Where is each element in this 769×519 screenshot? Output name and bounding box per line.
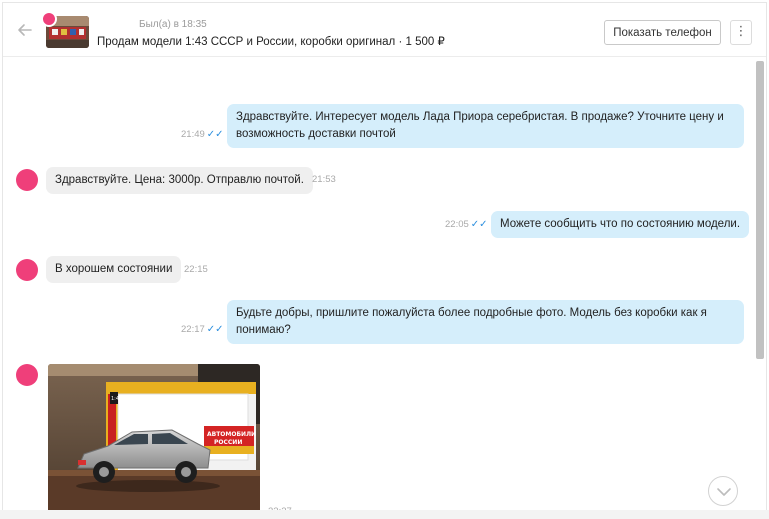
chat-window: Был(а) в 18:35 Продам модели 1:43 СССР и… bbox=[2, 2, 767, 517]
message-photo[interactable]: 1:43 АВТОМОБИЛИ РОССИИ bbox=[48, 364, 260, 514]
more-menu-button[interactable]: ⋮ bbox=[730, 20, 752, 45]
read-ticks-icon: ✓✓ bbox=[470, 219, 488, 230]
box-brand-label: АВТОМОБИЛИ bbox=[207, 431, 256, 438]
online-status-dot bbox=[41, 11, 57, 27]
more-vertical-icon: ⋮ bbox=[734, 24, 748, 39]
box-brand-label: РОССИИ bbox=[214, 439, 242, 446]
avatar[interactable] bbox=[16, 259, 38, 281]
message-time: 21:49 ✓✓ bbox=[181, 129, 224, 140]
message-text: Здравствуйте. Цена: 3000р. Отправлю почт… bbox=[55, 174, 304, 186]
message-time: 22:17 ✓✓ bbox=[181, 324, 224, 335]
message-incoming: Здравствуйте. Цена: 3000р. Отправлю почт… bbox=[46, 167, 313, 194]
chevron-down-icon bbox=[717, 488, 731, 496]
message-text: Здравствуйте. Интересует модель Лада При… bbox=[236, 111, 724, 140]
message-incoming: В хорошем состоянии bbox=[46, 256, 182, 283]
message-list[interactable]: 21:49 ✓✓ Здравствуйте. Интересует модель … bbox=[3, 58, 766, 516]
message-time: 21:53 bbox=[312, 174, 336, 185]
avatar[interactable] bbox=[16, 364, 38, 386]
arrow-left-icon[interactable] bbox=[16, 21, 34, 39]
message-outgoing: Можете сообщить что по состоянию модели. bbox=[491, 211, 750, 238]
read-ticks-icon: ✓✓ bbox=[206, 324, 224, 335]
message-outgoing: Здравствуйте. Интересует модель Лада При… bbox=[227, 104, 744, 148]
message-time: 22:05 ✓✓ bbox=[445, 219, 488, 230]
car-model-photo: 1:43 АВТОМОБИЛИ РОССИИ bbox=[48, 364, 260, 514]
bottom-input-area bbox=[0, 510, 769, 519]
scroll-down-button[interactable] bbox=[708, 476, 738, 506]
read-ticks-icon: ✓✓ bbox=[206, 129, 224, 140]
listing-title[interactable]: Продам модели 1:43 СССР и России, коробк… bbox=[97, 34, 445, 48]
message-time: 22:15 bbox=[184, 264, 208, 275]
message-text: Будьте добры, пришлите пожалуйста более … bbox=[236, 307, 707, 336]
box-scale-label: 1:43 bbox=[111, 396, 122, 402]
message-text: Можете сообщить что по состоянию модели. bbox=[500, 218, 741, 230]
last-seen-status: Был(а) в 18:35 bbox=[139, 19, 207, 30]
show-phone-button[interactable]: Показать телефон bbox=[604, 20, 721, 45]
message-outgoing: Будьте добры, пришлите пожалуйста более … bbox=[227, 300, 744, 344]
chat-header: Был(а) в 18:35 Продам модели 1:43 СССР и… bbox=[3, 3, 766, 57]
message-text: В хорошем состоянии bbox=[55, 263, 173, 275]
scrollbar[interactable] bbox=[756, 61, 764, 359]
avatar[interactable] bbox=[16, 169, 38, 191]
